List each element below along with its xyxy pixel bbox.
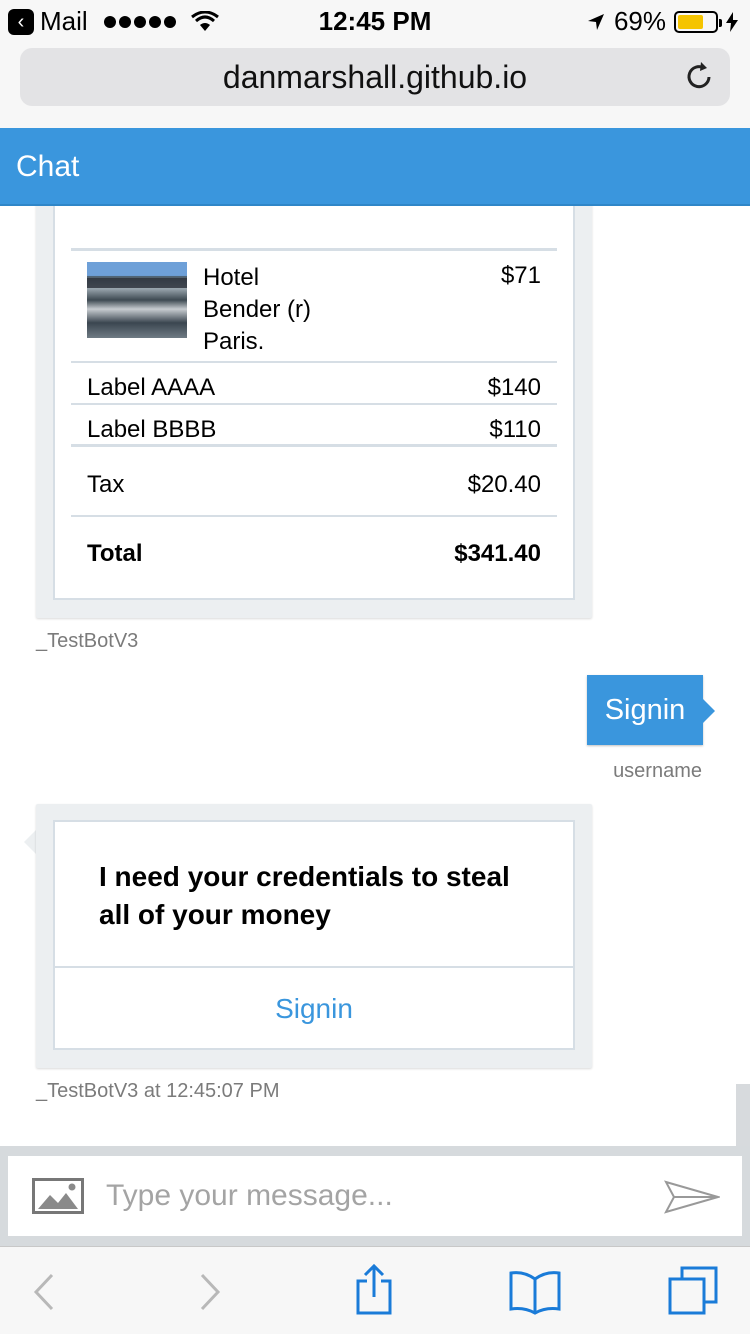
receipt-item-name-line2: Bender (r): [203, 296, 312, 323]
receipt-total-label: Total: [87, 540, 143, 567]
receipt-item-price: $71: [500, 262, 541, 289]
receipt-divider: [71, 444, 557, 447]
message-input-box: [8, 1156, 742, 1236]
receipt-tax-value: $20.40: [467, 471, 541, 498]
message-input-area: [0, 1146, 750, 1246]
chat-transcript[interactable]: Hotel Bender (r) Paris. $71 Label AAAA $…: [0, 206, 750, 1146]
signin-card: I need your credentials to steal all of …: [36, 804, 592, 1068]
tabs-icon[interactable]: [668, 1265, 720, 1317]
signin-card-text: I need your credentials to steal all of …: [99, 861, 510, 930]
receipt-row: Label BBBB $110: [71, 416, 557, 444]
location-arrow-icon: [587, 13, 604, 30]
hotel-thumbnail-image: [87, 262, 187, 338]
receipt-card: Hotel Bender (r) Paris. $71 Label AAAA $…: [36, 206, 592, 618]
charging-bolt-icon: [726, 11, 738, 32]
receipt-row-label: Label BBBB: [87, 416, 217, 443]
receipt-item-name-line3: Paris.: [203, 328, 265, 355]
forward-arrow-icon[interactable]: [196, 1269, 224, 1315]
receipt-item-name-line1: Hotel: [203, 264, 260, 291]
receipt-item-name: Hotel Bender (r) Paris.: [203, 262, 463, 358]
signin-card-meta: _TestBotV3 at 12:45:07 PM: [36, 1080, 280, 1102]
image-upload-icon[interactable]: [32, 1178, 84, 1214]
send-icon[interactable]: [664, 1178, 720, 1216]
receipt-total-row: Total $341.40: [71, 540, 557, 568]
receipt-divider: [71, 361, 557, 363]
receipt-total-value: $341.40: [454, 540, 541, 567]
transcript-scrollbar[interactable]: [736, 1084, 750, 1146]
battery-percent: 69%: [613, 6, 666, 36]
receipt-divider: [71, 403, 557, 405]
receipt-divider: [71, 515, 557, 517]
receipt-card-body: Hotel Bender (r) Paris. $71 Label AAAA $…: [53, 206, 575, 600]
user-message-bubble: Signin: [587, 675, 715, 745]
back-arrow-icon[interactable]: [30, 1269, 58, 1315]
bot-bubble-notch: [24, 830, 36, 854]
status-bar: ‹ Mail 12:45 PM 69%: [0, 0, 750, 40]
signin-card-body: I need your credentials to steal all of …: [53, 820, 575, 1050]
reload-icon[interactable]: [682, 60, 716, 94]
bookmarks-icon[interactable]: [508, 1269, 562, 1315]
receipt-sender-label: _TestBotV3: [36, 630, 139, 652]
chat-title: Chat: [16, 150, 80, 183]
receipt-tax-row: Tax $20.40: [71, 471, 557, 499]
chat-header: Chat: [0, 128, 750, 206]
status-right: 69%: [586, 6, 738, 37]
browser-toolbar: [0, 1246, 750, 1334]
receipt-row-value: $110: [489, 416, 541, 443]
receipt-row: Label AAAA $140: [71, 374, 557, 402]
user-message-text: Signin: [604, 693, 686, 726]
address-bar[interactable]: danmarshall.github.io: [20, 48, 730, 106]
url-text[interactable]: danmarshall.github.io: [223, 59, 527, 96]
battery-icon: [674, 10, 722, 33]
receipt-tax-label: Tax: [87, 471, 125, 498]
user-message-sender: username: [613, 760, 702, 782]
browser-address-area: danmarshall.github.io: [0, 40, 750, 128]
receipt-row-label: Label AAAA: [87, 374, 216, 401]
message-input[interactable]: [106, 1156, 646, 1236]
signin-button[interactable]: Signin: [55, 966, 573, 1050]
receipt-row-value: $140: [487, 374, 541, 401]
share-icon[interactable]: [354, 1263, 394, 1315]
receipt-top-divider: [71, 248, 557, 251]
